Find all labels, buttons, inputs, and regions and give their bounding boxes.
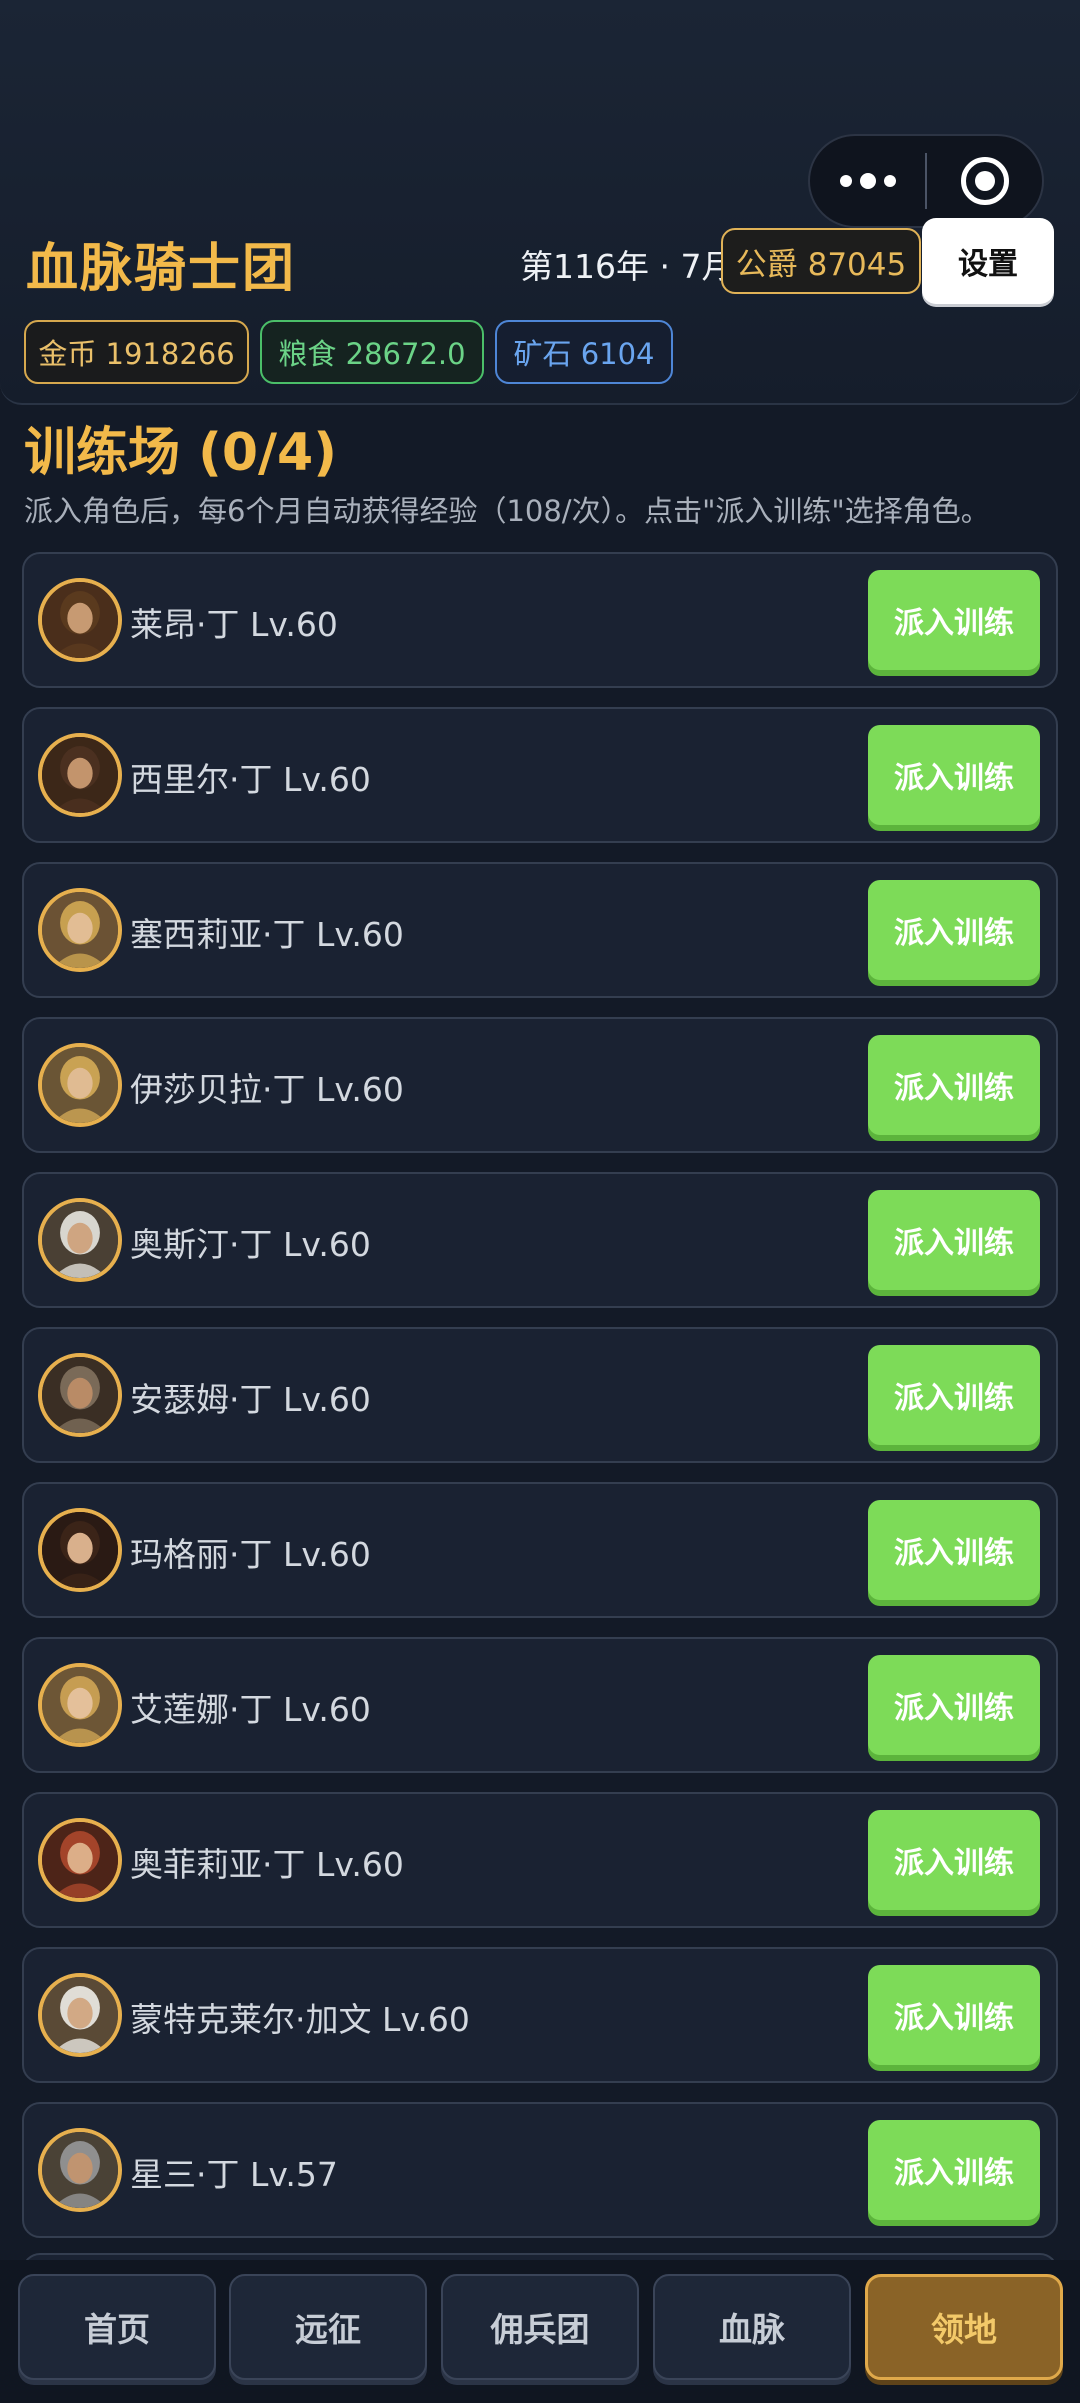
dispatch-training-button[interactable]: 派入训练 (868, 1810, 1040, 1910)
more-dots-icon (839, 173, 896, 189)
character-avatar (38, 1508, 122, 1592)
character-card: 艾莲娜·丁 Lv.60 派入训练 (22, 1637, 1058, 1773)
gold-resource: 金币 1918266 (24, 320, 249, 384)
character-avatar (38, 1353, 122, 1437)
character-card: 伊莎贝拉·丁 Lv.60 派入训练 (22, 1017, 1058, 1153)
character-name: 奥菲莉亚·丁 Lv.60 (130, 1845, 404, 1884)
character-name: 西里尔·丁 Lv.60 (130, 760, 371, 799)
character-card: 奥菲莉亚·丁 Lv.60 派入训练 (22, 1792, 1058, 1928)
character-name: 奥斯汀·丁 Lv.60 (130, 1225, 371, 1264)
character-avatar (38, 733, 122, 817)
character-name: 艾莲娜·丁 Lv.60 (130, 1690, 371, 1729)
character-card: 奥斯汀·丁 Lv.60 派入训练 (22, 1172, 1058, 1308)
more-button[interactable] (810, 136, 925, 226)
dispatch-training-button[interactable]: 派入训练 (868, 1035, 1040, 1135)
character-name: 莱昂·丁 Lv.60 (130, 605, 338, 644)
character-name: 塞西莉亚·丁 Lv.60 (130, 915, 404, 954)
nav-territory[interactable]: 领地 (865, 2274, 1063, 2380)
close-miniprogram-button[interactable] (927, 136, 1042, 226)
app-title: 血脉骑士团 (26, 239, 297, 299)
character-name: 伊莎贝拉·丁 Lv.60 (130, 1070, 404, 1109)
character-avatar (38, 888, 122, 972)
character-card: 安瑟姆·丁 Lv.60 派入训练 (22, 1327, 1058, 1463)
character-card: 塞西莉亚·丁 Lv.60 派入训练 (22, 862, 1058, 998)
character-card: 星三·丁 Lv.57 派入训练 (22, 2102, 1058, 2238)
character-card: 西里尔·丁 Lv.60 派入训练 (22, 707, 1058, 843)
character-name: 蒙特克莱尔·加文 Lv.60 (130, 2000, 470, 2039)
nav-mercenary[interactable]: 佣兵团 (441, 2274, 639, 2380)
character-avatar (38, 1043, 122, 1127)
dispatch-training-button[interactable]: 派入训练 (868, 725, 1040, 825)
game-date: 第116年 · 7月 (520, 247, 735, 286)
character-card: 莱昂·丁 Lv.60 派入训练 (22, 552, 1058, 688)
character-avatar (38, 1663, 122, 1747)
character-avatar (38, 578, 122, 662)
character-name: 玛格丽·丁 Lv.60 (130, 1535, 371, 1574)
dispatch-training-button[interactable]: 派入训练 (868, 1345, 1040, 1445)
target-circle-icon (960, 157, 1009, 205)
dispatch-training-button[interactable]: 派入训练 (868, 570, 1040, 670)
character-avatar (38, 1198, 122, 1282)
bottom-nav: 首页 远征 佣兵团 血脉 领地 (0, 2260, 1080, 2403)
food-resource: 粮食 28672.0 (260, 320, 484, 384)
character-avatar (38, 1818, 122, 1902)
nav-bloodline[interactable]: 血脉 (653, 2274, 851, 2380)
dispatch-training-button[interactable]: 派入训练 (868, 1190, 1040, 1290)
dispatch-training-button[interactable]: 派入训练 (868, 1500, 1040, 1600)
rank-badge: 公爵 87045 (721, 228, 921, 294)
character-name: 星三·丁 Lv.57 (130, 2155, 338, 2194)
ore-resource: 矿石 6104 (495, 320, 673, 384)
dispatch-training-button[interactable]: 派入训练 (868, 2120, 1040, 2220)
section-description: 派入角色后，每6个月自动获得经验（108/次）。点击"派入训练"选择角色。 (24, 494, 990, 528)
settings-button[interactable]: 设置 (922, 218, 1054, 304)
dispatch-training-button[interactable]: 派入训练 (868, 880, 1040, 980)
miniprogram-capsule (808, 134, 1044, 228)
section-title: 训练场 (0/4) (24, 423, 337, 483)
character-name: 安瑟姆·丁 Lv.60 (130, 1380, 371, 1419)
character-card: 玛格丽·丁 Lv.60 派入训练 (22, 1482, 1058, 1618)
dispatch-training-button[interactable]: 派入训练 (868, 1655, 1040, 1755)
nav-expedition[interactable]: 远征 (229, 2274, 427, 2380)
dispatch-training-button[interactable]: 派入训练 (868, 1965, 1040, 2065)
character-avatar (38, 2128, 122, 2212)
character-card: 蒙特克莱尔·加文 Lv.60 派入训练 (22, 1947, 1058, 2083)
character-avatar (38, 1973, 122, 2057)
nav-home[interactable]: 首页 (18, 2274, 216, 2380)
top-header: 血脉骑士团 第116年 · 7月 公爵 87045 设置 金币 1918266 … (0, 0, 1080, 405)
